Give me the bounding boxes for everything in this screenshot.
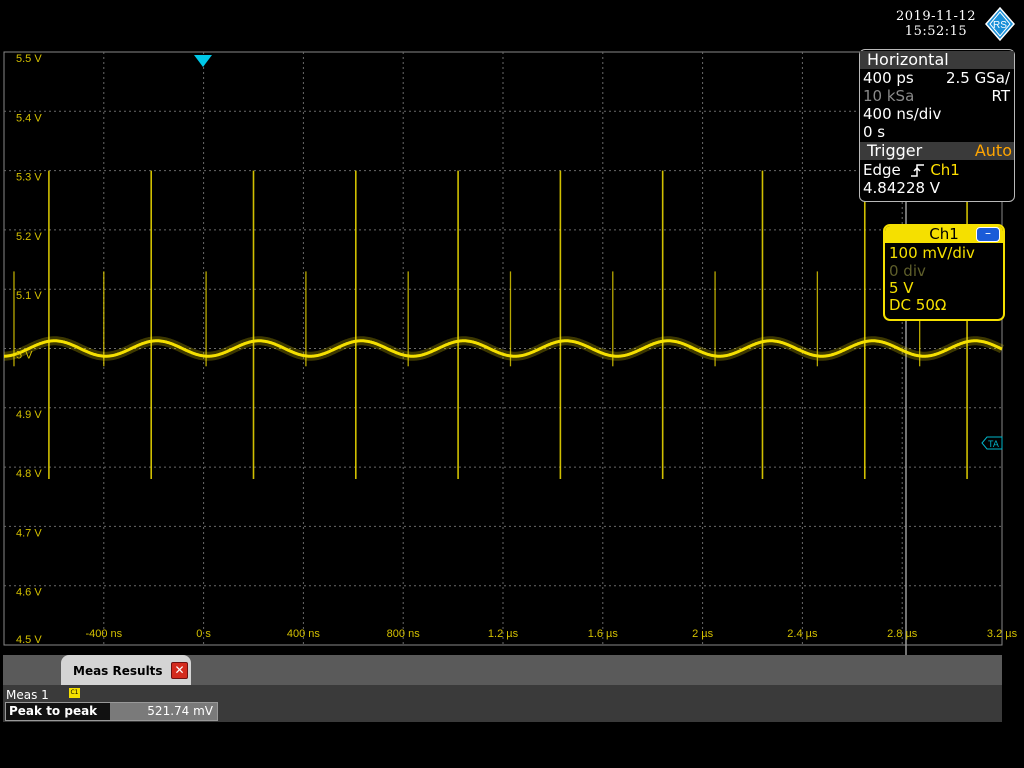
y-tick-label: 4.9 V: [16, 409, 42, 421]
horizontal-settings-panel[interactable]: Horizontal 400 ps 2.5 GSa/ 10 kSa RT 400…: [859, 49, 1015, 202]
trigger-type-text: Edge: [863, 161, 901, 179]
x-tick-label: 2 µs: [692, 628, 714, 640]
ch1-title: Ch1: [929, 225, 959, 243]
graticule: [3, 51, 1003, 722]
ref-marker-label: TA: [988, 439, 999, 449]
y-tick-label: 5.2 V: [16, 231, 42, 243]
x-tick-label: -400 ns: [85, 628, 122, 640]
trigger-title-bar: Trigger Auto: [860, 142, 1014, 160]
meas-results-tab-label: Meas Results: [73, 664, 163, 678]
horizontal-title: Horizontal: [860, 51, 1014, 69]
x-tick-label: 400 ns: [287, 628, 321, 640]
record-length-text: 10 kSa: [863, 87, 915, 105]
y-axis-labels: 5.5 V 5.4 V 5.3 V 5.2 V 5.1 V 5 V 4.9 V 4.8 V 4.…: [16, 53, 42, 646]
trigger-level-text: 4.84228 V: [863, 179, 941, 197]
x-tick-label: 2.4 µs: [787, 628, 818, 640]
minimize-button[interactable]: –: [976, 227, 1000, 242]
x-tick-label: 3.2 µs: [987, 628, 1018, 640]
y-tick-label: 5.3 V: [16, 172, 42, 184]
ch1-settings-panel[interactable]: Ch1 – 100 mV/div 0 div 5 V DC 50Ω: [883, 224, 1005, 321]
ch1-offset-text: 0 div: [889, 262, 926, 280]
ch1-scale-text: 100 mV/div: [889, 244, 975, 262]
horizontal-row-1: 400 ps 2.5 GSa/: [863, 69, 1010, 87]
trigger-position-icon[interactable]: [194, 55, 212, 67]
sample-rate-text: 2.5 GSa/: [945, 69, 1010, 87]
acq-mode-text: RT: [991, 87, 1011, 105]
trigger-mode-text: Auto: [974, 141, 1012, 160]
meas-name: Meas 1: [6, 688, 49, 702]
y-tick-label: 5 V: [16, 350, 33, 362]
x-tick-label: 800 ns: [387, 628, 421, 640]
trigger-source-text: Ch1: [930, 161, 960, 179]
y-tick-label: 5.4 V: [16, 112, 42, 124]
meas-result-row[interactable]: Peak to peak 521.74 mV: [5, 702, 218, 721]
y-tick-label: 4.6 V: [16, 587, 42, 599]
y-tick-label: 4.7 V: [16, 527, 42, 539]
rising-edge-icon: [910, 164, 924, 177]
meas-results-tab[interactable]: Meas Results ✕: [61, 655, 191, 685]
x-tick-label: 1.2 µs: [488, 628, 519, 640]
x-tick-label: 0 s: [196, 628, 211, 640]
ch1-coupling-text: DC 50Ω: [889, 296, 947, 314]
x-tick-label: 2.8 µs: [887, 628, 918, 640]
trigger-row: Edge Ch1: [863, 161, 1010, 179]
meas-value: 521.74 mV: [110, 703, 217, 720]
resolution-text: 400 ps: [863, 69, 914, 87]
close-icon[interactable]: ✕: [171, 662, 188, 679]
ch1-position-text: 5 V: [889, 279, 914, 297]
x-tick-label: 1.6 µs: [588, 628, 619, 640]
meas-tab-strip: Meas Results ✕: [3, 655, 1002, 685]
y-tick-label: 5.5 V: [16, 53, 42, 65]
source-badge: C1: [69, 688, 80, 698]
time-scale-text: 400 ns/div: [863, 105, 942, 123]
x-axis-labels: -400 ns 0 s 400 ns 800 ns 1.2 µs 1.6 µs 2 µs 2.…: [85, 628, 1017, 640]
y-tick-label: 5.1 V: [16, 290, 42, 302]
meas-results-body: Meas 1 C1 Peak to peak 521.74 mV: [3, 685, 1002, 722]
ref-marker[interactable]: TA: [981, 436, 1003, 450]
horizontal-row-2: 10 kSa RT: [863, 87, 1010, 105]
measurement-results-panel: Meas Results ✕ Meas 1 C1 Peak to peak 52…: [3, 655, 1002, 722]
y-tick-label: 4.5 V: [16, 634, 42, 646]
trigger-title: Trigger: [867, 141, 923, 160]
meas-parameter: Peak to peak: [6, 703, 110, 720]
horizontal-position-text: 0 s: [863, 123, 886, 141]
ch1-header: Ch1 –: [885, 226, 1003, 243]
y-tick-label: 4.8 V: [16, 468, 42, 480]
